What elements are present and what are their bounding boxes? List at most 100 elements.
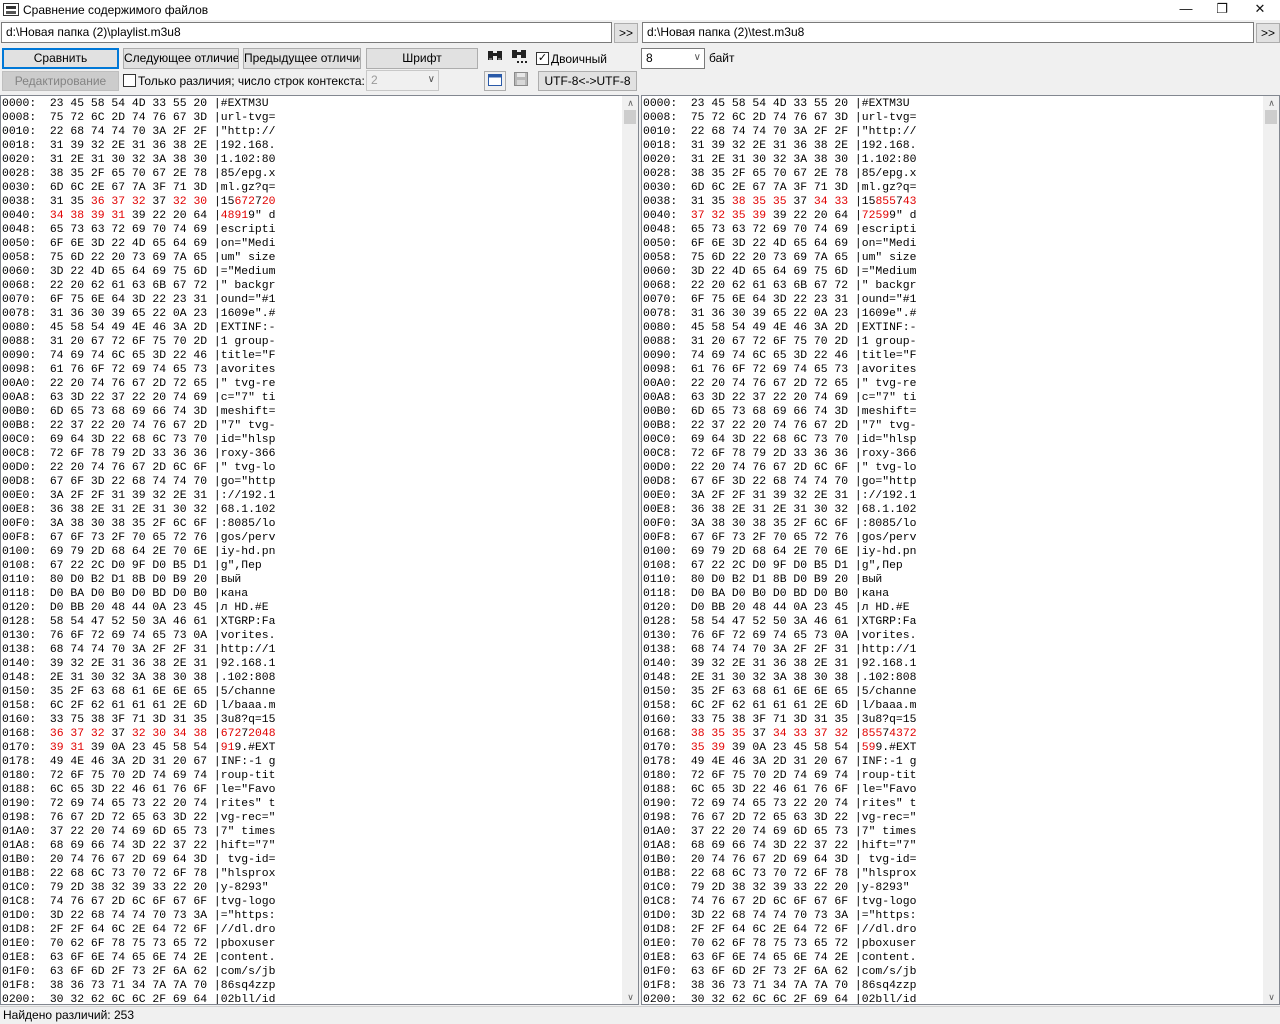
- chevron-down-icon: ∨: [427, 74, 435, 85]
- scroll-down-icon[interactable]: ∨: [1263, 990, 1279, 1004]
- hex-row: 01B8: 22 68 6C 73 70 72 6F 78 |"hlsprox: [643, 868, 917, 880]
- scroll-up-icon[interactable]: ∧: [1263, 96, 1279, 110]
- title-bar: Сравнение содержимого файлов — ❐ ✕: [0, 0, 1280, 20]
- find-next-icon[interactable]: [509, 48, 531, 68]
- font-button[interactable]: Шрифт: [366, 48, 478, 69]
- hex-row: 01C0: 79 2D 38 32 39 33 22 20 |y-8293": [643, 882, 917, 894]
- hex-row: 0010: 22 68 74 74 70 3A 2F 2F |"http://: [2, 126, 276, 138]
- hex-row: 00E0: 3A 2F 2F 31 39 32 2E 31 |://192.1: [2, 490, 276, 502]
- right-path-input[interactable]: d:\Новая папка (2)\test.m3u8: [642, 22, 1254, 43]
- compare-button[interactable]: Сравнить: [2, 48, 119, 69]
- hex-row: 0048: 65 73 63 72 69 70 74 69 |escripti: [643, 224, 917, 236]
- hex-row: 01F0: 63 6F 6D 2F 73 2F 6A 62 |com/s/jb: [643, 966, 917, 978]
- hex-row: 00C0: 69 64 3D 22 68 6C 73 70 |id="hlsp: [643, 434, 917, 446]
- close-icon[interactable]: ✕: [1242, 0, 1278, 20]
- hex-row: 00F8: 67 6F 73 2F 70 65 72 76 |gos/perv: [643, 532, 917, 544]
- bytes-select[interactable]: 8 ∨: [641, 48, 705, 69]
- hex-row: 01E8: 63 6F 6E 74 65 6E 74 2E |content.: [2, 952, 276, 964]
- hex-row: 01F8: 38 36 73 71 34 7A 7A 70 |86sq4zzp: [2, 980, 276, 992]
- hex-row: 0118: D0 BA D0 B0 D0 BD D0 B0 |кана: [643, 588, 890, 600]
- hex-row: 0000: 23 45 58 54 4D 33 55 20 |#EXTM3U: [2, 98, 276, 110]
- left-scrollbar[interactable]: ∧ ∨: [622, 96, 638, 1004]
- hex-row: 00B8: 22 37 22 20 74 76 67 2D |"7" tvg-: [643, 420, 917, 432]
- hex-row: 0128: 58 54 47 52 50 3A 46 61 |XTGRP:Fa: [643, 616, 917, 628]
- hex-row: 0058: 75 6D 22 20 73 69 7A 65 |um" size: [2, 252, 276, 264]
- hex-row: 0080: 45 58 54 49 4E 46 3A 2D |EXTINF:-: [643, 322, 917, 334]
- hex-row: 00C8: 72 6F 78 79 2D 33 36 36 |roxy-366: [2, 448, 276, 460]
- hex-row: 01C8: 74 76 67 2D 6C 6F 67 6F |tvg-logo: [643, 896, 917, 908]
- hex-row: 0178: 49 4E 46 3A 2D 31 20 67 |INF:-1 g: [643, 756, 917, 768]
- hex-row: 0040: 37 32 35 39 39 22 20 64 |72599" d: [643, 210, 917, 222]
- hex-row: 0100: 69 79 2D 68 64 2E 70 6E |iy-hd.pn: [643, 546, 917, 558]
- hex-row: 0170: 35 39 39 0A 23 45 58 54 |599.#EXT: [643, 742, 917, 754]
- hex-row: 0050: 6F 6E 3D 22 4D 65 64 69 |on="Medi: [643, 238, 917, 250]
- right-hex-pane[interactable]: 0000: 23 45 58 54 4D 33 55 20 |#EXTM3U 0…: [641, 95, 1280, 1005]
- hex-row: 0088: 31 20 67 72 6F 75 70 2D |1 group-: [643, 336, 917, 348]
- hex-row: 01D0: 3D 22 68 74 74 70 73 3A |="https:: [2, 910, 276, 922]
- prev-diff-button[interactable]: Предыдущее отличие: [243, 48, 361, 69]
- hex-row: 0098: 61 76 6F 72 69 74 65 73 |avorites: [643, 364, 917, 376]
- hex-row: 0018: 31 39 32 2E 31 36 38 2E |192.168.: [2, 140, 276, 152]
- hex-row: 0148: 2E 31 30 32 3A 38 30 38 |.102:808: [643, 672, 917, 684]
- hex-row: 0138: 68 74 74 70 3A 2F 2F 31 |http://1: [2, 644, 276, 656]
- hex-row: 0060: 3D 22 4D 65 64 69 75 6D |="Medium: [643, 266, 917, 278]
- hex-row: 01E0: 70 62 6F 78 75 73 65 72 |pboxuser: [643, 938, 917, 950]
- hex-row: 0088: 31 20 67 72 6F 75 70 2D |1 group-: [2, 336, 276, 348]
- scroll-down-icon[interactable]: ∨: [622, 990, 638, 1004]
- chevron-down-icon: ∨: [693, 52, 701, 63]
- left-browse-button[interactable]: >>: [614, 23, 638, 43]
- hex-row: 01A0: 37 22 20 74 69 6D 65 73 |7" times: [643, 826, 917, 838]
- hex-row: 0020: 31 2E 31 30 32 3A 38 30 |1.102:80: [2, 154, 276, 166]
- context-lines-select[interactable]: 2 ∨: [366, 70, 439, 91]
- hex-row: 01F0: 63 6F 6D 2F 73 2F 6A 62 |com/s/jb: [2, 966, 276, 978]
- hex-row: 00D0: 22 20 74 76 67 2D 6C 6F |" tvg-lo: [2, 462, 276, 474]
- hex-row: 0158: 6C 2F 62 61 61 61 2E 6D |l/baaa.m: [2, 700, 276, 712]
- hex-row: 00F8: 67 6F 73 2F 70 65 72 76 |gos/perv: [2, 532, 276, 544]
- scroll-thumb[interactable]: [624, 110, 636, 124]
- save-icon[interactable]: [510, 71, 532, 91]
- hex-row: 00A8: 63 3D 22 37 22 20 74 69 |c="7" ti: [643, 392, 917, 404]
- hex-row: 00B8: 22 37 22 20 74 76 67 2D |"7" tvg-: [2, 420, 276, 432]
- hex-row: 00C0: 69 64 3D 22 68 6C 73 70 |id="hlsp: [2, 434, 276, 446]
- hex-row: 00D0: 22 20 74 76 67 2D 6C 6F |" tvg-lo: [643, 462, 917, 474]
- left-hex-pane[interactable]: 0000: 23 45 58 54 4D 33 55 20 |#EXTM3U 0…: [0, 95, 639, 1005]
- hex-row: 0188: 6C 65 3D 22 46 61 76 6F |le="Favo: [2, 784, 276, 796]
- hex-row: 01B0: 20 74 76 67 2D 69 64 3D | tvg-id=: [2, 854, 276, 866]
- hex-row: 0028: 38 35 2F 65 70 67 2E 78 |85/epg.x: [643, 168, 917, 180]
- scroll-up-icon[interactable]: ∧: [622, 96, 638, 110]
- hex-row: 01B8: 22 68 6C 73 70 72 6F 78 |"hlsprox: [2, 868, 276, 880]
- hex-row: 00F0: 3A 38 30 38 35 2F 6C 6F |:8085/lo: [643, 518, 917, 530]
- hex-row: 0140: 39 32 2E 31 36 38 2E 31 |92.168.1: [2, 658, 276, 670]
- scroll-thumb[interactable]: [1265, 110, 1277, 124]
- hex-row: 0058: 75 6D 22 20 73 69 7A 65 |um" size: [643, 252, 917, 264]
- binary-checkbox[interactable]: ✓: [536, 52, 549, 65]
- hex-row: 01B0: 20 74 76 67 2D 69 64 3D | tvg-id=: [643, 854, 917, 866]
- hex-row: 00D8: 67 6F 3D 22 68 74 74 70 |go="http: [643, 476, 917, 488]
- hex-row: 0098: 61 76 6F 72 69 74 65 73 |avorites: [2, 364, 276, 376]
- hex-row: 0028: 38 35 2F 65 70 67 2E 78 |85/epg.x: [2, 168, 276, 180]
- only-diffs-checkbox[interactable]: [123, 74, 136, 87]
- right-browse-button[interactable]: >>: [1256, 23, 1280, 43]
- binary-label: Двоичный: [551, 52, 607, 66]
- minimize-icon[interactable]: —: [1168, 0, 1204, 20]
- hex-row: 01D0: 3D 22 68 74 74 70 73 3A |="https:: [643, 910, 917, 922]
- hex-row: 0090: 74 69 74 6C 65 3D 22 46 |title="F: [2, 350, 276, 362]
- hex-row: 0040: 34 38 39 31 39 22 20 64 |48919" d: [2, 210, 276, 222]
- hex-row: 0178: 49 4E 46 3A 2D 31 20 67 |INF:-1 g: [2, 756, 276, 768]
- hex-row: 0030: 6D 6C 2E 67 7A 3F 71 3D |ml.gz?q=: [643, 182, 917, 194]
- hex-row: 0038: 31 35 36 37 32 37 32 30 |15672720: [2, 196, 276, 208]
- restore-icon[interactable]: ❐: [1204, 0, 1240, 20]
- hex-row: 00E8: 36 38 2E 31 2E 31 30 32 |68.1.102: [643, 504, 917, 516]
- find-icon[interactable]: [484, 48, 506, 68]
- hex-row: 0190: 72 69 74 65 73 22 20 74 |rites" t: [643, 798, 917, 810]
- encoding-button[interactable]: UTF-8<->UTF-8: [538, 71, 637, 91]
- right-scrollbar[interactable]: ∧ ∨: [1263, 96, 1279, 1004]
- next-diff-button[interactable]: Следующее отличие: [123, 48, 239, 69]
- left-path-input[interactable]: d:\Новая папка (2)\playlist.m3u8: [1, 22, 612, 43]
- hex-row: 0068: 22 20 62 61 63 6B 67 72 |" backgr: [2, 280, 276, 292]
- left-hex-lines: 0000: 23 45 58 54 4D 33 55 20 |#EXTM3U 0…: [2, 97, 276, 1004]
- editing-button[interactable]: Редактирование: [2, 71, 119, 91]
- bytes-label: байт: [709, 51, 735, 65]
- window-icon[interactable]: [484, 71, 506, 91]
- hex-row: 01C0: 79 2D 38 32 39 33 22 20 |y-8293": [2, 882, 276, 894]
